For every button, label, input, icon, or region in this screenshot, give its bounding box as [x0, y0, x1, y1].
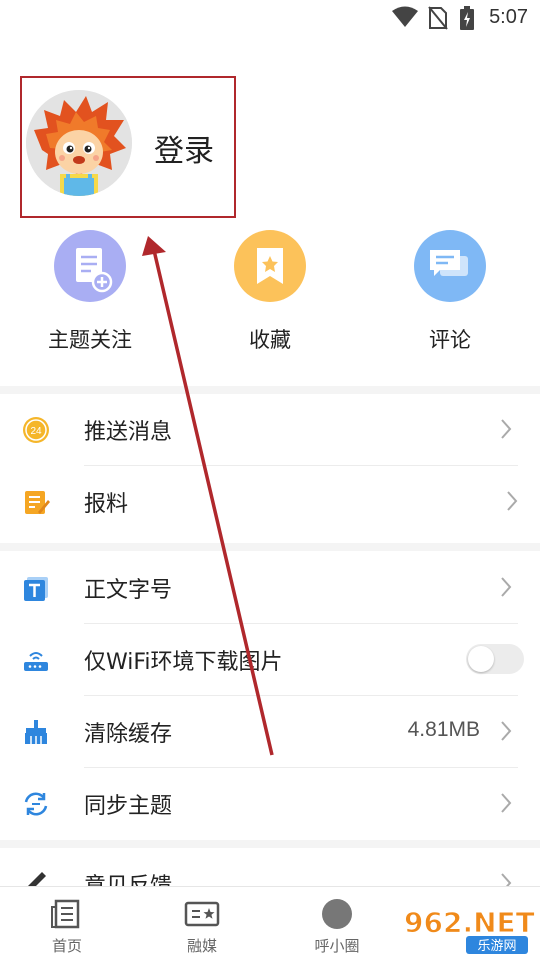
pencil-icon	[28, 872, 46, 886]
section-divider	[0, 543, 540, 551]
watermark-sub: 乐游网	[477, 939, 516, 954]
sync-icon	[24, 792, 48, 816]
menu-label: 意见反馈	[84, 868, 172, 886]
wifi-icon	[392, 6, 418, 27]
section-divider	[0, 840, 540, 848]
push-24-icon: 24	[23, 417, 49, 443]
circle-icon	[322, 899, 352, 929]
comments-label: 评论	[429, 328, 471, 352]
watermark-brand: 962.NET	[404, 906, 535, 939]
menu-row-clear-cache[interactable]: 清除缓存 4.81MB	[0, 696, 540, 768]
avatar[interactable]	[26, 90, 132, 196]
font-size-icon	[24, 577, 48, 601]
menu-row-wifi-only-images: 仅WiFi环境下载图片	[0, 624, 540, 696]
wifi-only-toggle[interactable]	[466, 644, 524, 674]
chevron-right-icon	[501, 419, 512, 439]
favorites-button[interactable]: 收藏	[190, 230, 350, 354]
bookmark-icon	[234, 230, 306, 302]
status-time: 5:07	[489, 6, 528, 28]
report-note-icon	[25, 491, 50, 514]
chevron-right-icon	[501, 577, 512, 597]
lion-mascot-avatar	[26, 90, 132, 196]
menu-row-push-messages[interactable]: 24 推送消息	[0, 394, 540, 466]
menu-row-report[interactable]: 报料	[0, 466, 540, 538]
login-label[interactable]: 登录	[154, 126, 214, 170]
menu-label: 仅WiFi环境下载图片	[84, 650, 283, 675]
topic-follow-button[interactable]: 主题关注	[10, 230, 170, 354]
no-sim-icon	[428, 6, 448, 30]
menu-row-font-size[interactable]: 正文字号	[0, 552, 540, 624]
favorites-label: 收藏	[249, 328, 291, 352]
router-icon	[24, 652, 48, 671]
menu-label: 正文字号	[84, 578, 173, 603]
watermark-logo: 962.NET 乐游网	[400, 896, 536, 956]
nav-label: 融媒	[186, 937, 217, 955]
chevron-right-icon	[501, 873, 512, 886]
section-divider	[0, 386, 540, 394]
comment-icon	[414, 230, 486, 302]
menu-row-sync-topics[interactable]: 同步主题	[0, 768, 540, 840]
nav-circle[interactable]: 呼小圈	[282, 897, 392, 956]
newspaper-icon	[51, 899, 80, 929]
status-bar: 5:07	[0, 0, 540, 36]
menu-label: 报料	[84, 492, 129, 517]
quick-actions: 主题关注 收藏 评论	[0, 230, 540, 370]
login-profile-card[interactable]: 登录	[20, 76, 236, 218]
chevron-right-icon	[501, 793, 512, 813]
topic-follow-label: 主题关注	[48, 328, 132, 352]
menu-label: 清除缓存	[84, 722, 173, 747]
nav-label: 呼小圈	[314, 937, 360, 955]
media-card-icon	[184, 901, 220, 927]
comments-button[interactable]: 评论	[370, 230, 530, 354]
menu-label: 同步主题	[84, 794, 173, 819]
nav-media[interactable]: 融媒	[147, 897, 257, 956]
menu-label: 推送消息	[84, 420, 173, 445]
chevron-right-icon	[507, 491, 518, 511]
broom-icon	[25, 720, 47, 744]
nav-home[interactable]: 首页	[12, 897, 122, 956]
chevron-right-icon	[501, 721, 512, 741]
svg-text:24: 24	[30, 426, 42, 437]
nav-label: 首页	[51, 937, 82, 955]
topic-follow-icon	[54, 230, 126, 302]
menu-row-feedback[interactable]: 意见反馈	[0, 848, 540, 886]
battery-charging-icon	[460, 6, 474, 30]
cache-size-value: 4.81MB	[407, 718, 480, 741]
toggle-knob	[468, 646, 494, 672]
